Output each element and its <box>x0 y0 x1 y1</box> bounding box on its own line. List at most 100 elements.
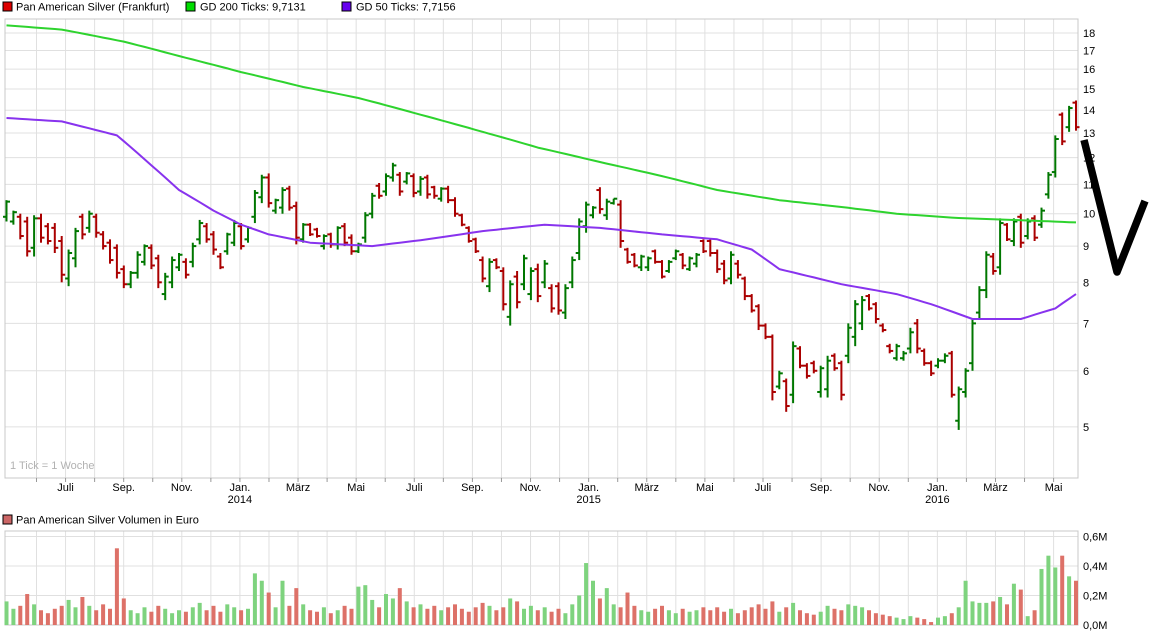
volume-bar <box>929 622 933 625</box>
volume-bar <box>218 612 222 625</box>
volume-bar <box>60 606 64 625</box>
gd50-label: GD 50 Ticks: 7,7156 <box>356 2 456 14</box>
volume-bar <box>481 603 485 625</box>
volume-bar <box>1033 610 1037 625</box>
volume-bar <box>474 607 478 625</box>
volume-bar <box>557 609 561 625</box>
volume-bar <box>1026 616 1030 625</box>
volume-bars <box>5 548 1079 625</box>
volume-bar <box>439 610 443 625</box>
volume-bar <box>322 607 326 625</box>
volume-bar <box>1012 584 1016 625</box>
month-label: Nov. <box>520 482 542 494</box>
volume-bar <box>750 607 754 625</box>
volume-bar <box>419 604 423 625</box>
volume-bar <box>791 603 795 625</box>
volume-bar <box>660 606 664 625</box>
volume-bar <box>412 607 416 625</box>
volume-bar <box>18 606 22 625</box>
volume-bar <box>453 604 457 625</box>
volume-bar <box>87 606 91 625</box>
volume-bar <box>653 609 657 625</box>
volume-bar <box>460 609 464 625</box>
volume-bar <box>370 600 374 625</box>
volume-tick-label: 0,4M <box>1083 561 1107 573</box>
month-label: Nov. <box>171 482 193 494</box>
volume-bar <box>964 581 968 625</box>
year-label: 2016 <box>925 494 949 506</box>
volume-bar <box>143 607 147 625</box>
volume-bar <box>225 604 229 625</box>
volume-bar <box>695 610 699 625</box>
volume-bar <box>536 610 540 625</box>
gd50-swatch <box>342 2 351 11</box>
price-series-label: Pan American Silver (Frankfurt) <box>16 2 169 14</box>
volume-bar <box>902 619 906 625</box>
tick-interval-note: 1 Tick = 1 Woche <box>10 460 94 472</box>
year-label: 2014 <box>228 494 252 506</box>
volume-bar <box>101 604 105 625</box>
volume-bar <box>1053 567 1057 625</box>
volume-bar <box>667 610 671 625</box>
volume-bar <box>294 588 298 625</box>
volume-bar <box>336 610 340 625</box>
volume-bar <box>826 606 830 625</box>
volume-bar <box>839 610 843 625</box>
volume-bar <box>405 601 409 625</box>
volume-tick-label: 0,6M <box>1083 532 1107 544</box>
volume-bar <box>515 601 519 625</box>
volume-bar <box>494 610 498 625</box>
volume-bar <box>377 607 381 625</box>
volume-bar <box>350 609 354 625</box>
volume-bar <box>432 606 436 625</box>
price-tick-label: 10 <box>1083 209 1095 221</box>
volume-bar <box>729 609 733 625</box>
volume-bar <box>253 573 257 625</box>
month-label: Juli <box>755 482 772 494</box>
volume-bar <box>5 601 9 625</box>
volume-bar <box>301 604 305 625</box>
gd200-line <box>7 25 1077 222</box>
price-tick-label: 18 <box>1083 28 1095 40</box>
volume-bar <box>108 609 112 625</box>
volume-bar <box>688 612 692 625</box>
volume-bar <box>550 612 554 625</box>
volume-series-swatch <box>3 515 12 524</box>
volume-bar <box>991 601 995 625</box>
volume-bar <box>53 609 57 625</box>
volume-bar <box>764 609 768 625</box>
volume-bar <box>895 618 899 625</box>
volume-bar <box>853 606 857 625</box>
month-label: Juli <box>406 482 423 494</box>
volume-bar <box>522 609 526 625</box>
month-label: Juli <box>57 482 74 494</box>
price-tick-label: 6 <box>1083 366 1089 378</box>
volume-chart-legend: Pan American Silver Volumen in Euro <box>3 515 199 527</box>
volume-bar <box>136 613 140 625</box>
volume-bar <box>508 598 512 625</box>
gd200-label: GD 200 Ticks: 9,7131 <box>200 2 306 14</box>
volume-bar <box>881 615 885 625</box>
volume-bar <box>156 606 160 625</box>
month-label: Mai <box>696 482 714 494</box>
volume-bar <box>591 581 595 625</box>
volume-bar <box>329 613 333 625</box>
volume-bar <box>570 604 574 625</box>
volume-bar <box>971 601 975 625</box>
volume-bar <box>308 610 312 625</box>
stock-chart: 181716151413121110987650,6M0,4M0,2M0,0MJ… <box>0 0 1153 633</box>
volume-bar <box>632 606 636 625</box>
volume-bar <box>605 588 609 625</box>
month-label: Jan. <box>578 482 599 494</box>
volume-bar <box>867 610 871 625</box>
month-label: Sep. <box>461 482 484 494</box>
volume-bar <box>1046 556 1050 625</box>
volume-bar <box>232 607 236 625</box>
volume-bar <box>957 607 961 625</box>
volume-bar <box>1040 569 1044 625</box>
volume-bar <box>94 610 98 625</box>
price-tick-label: 16 <box>1083 64 1095 76</box>
volume-bar <box>274 607 278 625</box>
volume-bar <box>198 603 202 625</box>
volume-bar <box>343 606 347 625</box>
